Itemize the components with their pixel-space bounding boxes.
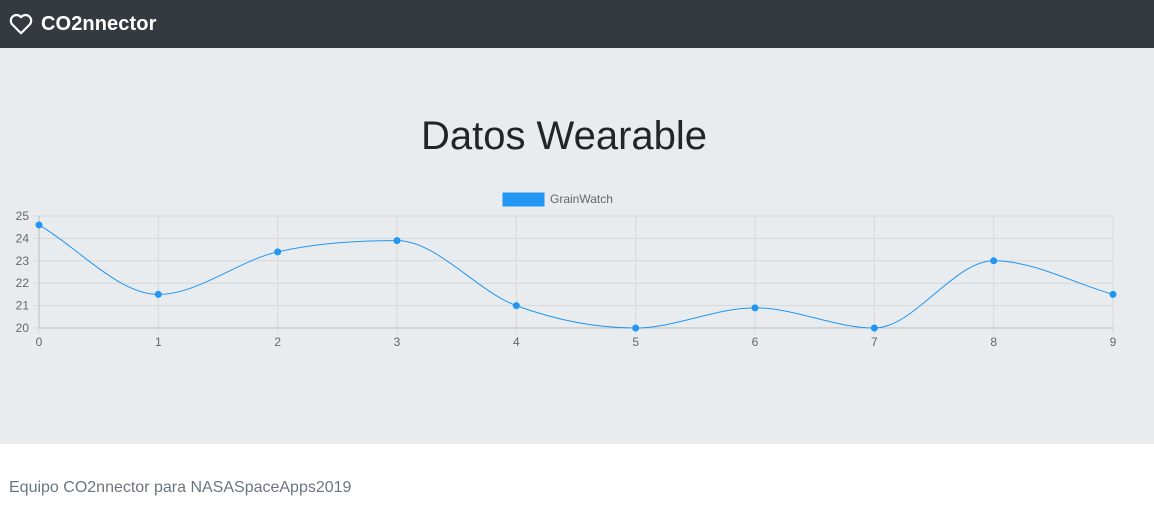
x-tick-label: 0 [36, 335, 43, 349]
x-tick-label: 9 [1110, 335, 1117, 349]
data-point [35, 221, 43, 229]
y-tick-label: 24 [16, 231, 30, 245]
brand-link[interactable]: CO2nnector [8, 11, 156, 37]
data-point [274, 248, 282, 256]
x-tick-label: 2 [274, 335, 281, 349]
y-tick-label: 23 [16, 254, 30, 268]
data-point [393, 237, 401, 245]
brand-name: CO2nnector [41, 12, 157, 35]
x-tick-label: 8 [990, 335, 997, 349]
legend-label: GrainWatch [550, 192, 613, 206]
y-tick-label: 21 [16, 299, 30, 313]
x-tick-label: 7 [871, 335, 878, 349]
x-tick-label: 6 [752, 335, 759, 349]
heart-outline-icon [8, 11, 34, 37]
series-line-grainwatch [38, 224, 1114, 329]
data-point [870, 324, 878, 332]
legend-swatch [502, 192, 545, 207]
data-point [512, 302, 520, 310]
y-tick-label: 25 [16, 209, 30, 223]
data-point [990, 257, 998, 265]
chart-svg: GrainWatch2021222324250 1 2 3 4 5 6 7 8 9 [16, 192, 1117, 349]
data-point [751, 304, 759, 312]
footer-text: Equipo CO2nnector para NASASpaceApps2019 [9, 479, 352, 496]
data-point [1109, 290, 1117, 298]
navbar: CO2nnector [0, 0, 1154, 48]
line-chart: GrainWatch 20 21 22 23 24 25 0 1 2 3 4 5 6 7 8 9 [0, 138, 1154, 358]
y-tick-label: 20 [16, 321, 30, 335]
x-tick-label: 3 [394, 335, 401, 349]
data-point [632, 324, 640, 332]
x-tick-label: 1 [155, 335, 162, 349]
y-tick-label: 22 [16, 276, 30, 290]
data-point [154, 290, 162, 298]
x-tick-label: 4 [513, 335, 520, 349]
x-tick-label: 5 [632, 335, 639, 349]
